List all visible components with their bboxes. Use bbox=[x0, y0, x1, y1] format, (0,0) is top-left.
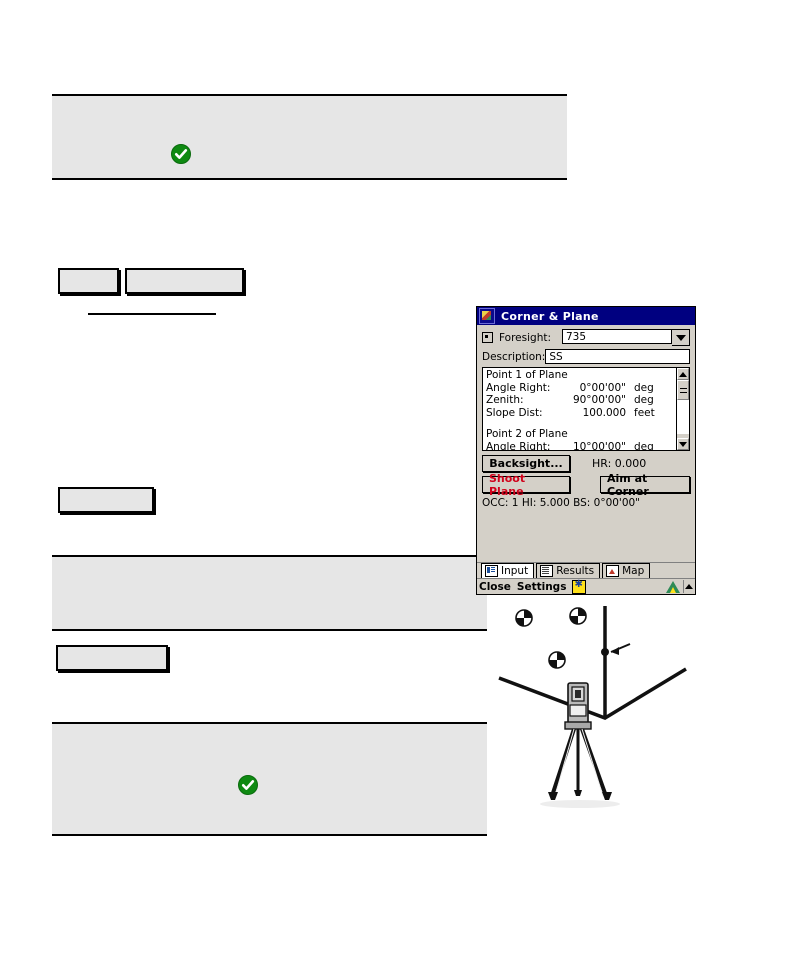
tab-input-label: Input bbox=[501, 565, 529, 577]
window-titlebar: Corner & Plane bbox=[477, 307, 695, 325]
prism-target-3 bbox=[548, 651, 566, 669]
backsight-button[interactable]: Backsight... bbox=[482, 455, 570, 472]
list-item-unit: deg bbox=[634, 440, 654, 451]
list-item: Slope Dist: 100.000 feet bbox=[486, 407, 686, 420]
list-item-key: Slope Dist: bbox=[486, 406, 543, 419]
foresight-combo[interactable]: 735 bbox=[562, 329, 690, 346]
window-statusbar: Close Settings bbox=[477, 578, 695, 594]
shoot-aim-row: Shoot Plane Aim at Corner bbox=[482, 472, 690, 498]
foresight-input[interactable]: 735 bbox=[562, 329, 672, 344]
chip-lower-left[interactable] bbox=[56, 645, 168, 671]
success-check-icon-top bbox=[171, 144, 191, 164]
chip-mid-left[interactable] bbox=[58, 487, 154, 513]
note-band-top bbox=[52, 94, 567, 180]
corner-and-plane-window: Corner & Plane Foresight: 735 Descriptio… bbox=[476, 306, 696, 595]
backsight-row: Backsight... HR: 0.000 bbox=[482, 455, 690, 472]
list-item-value: 10°00'00" bbox=[572, 440, 626, 451]
description-label: Description: bbox=[482, 350, 546, 363]
foresight-row: Foresight: 735 bbox=[482, 329, 690, 346]
list-item: Zenith: 90°00'00" deg bbox=[486, 394, 686, 407]
scrollbar-thumb[interactable] bbox=[677, 380, 689, 400]
app-icon bbox=[479, 308, 495, 324]
success-check-icon-bottom bbox=[238, 775, 258, 795]
list-group-header: Point 2 of Plane bbox=[486, 428, 568, 440]
chevron-down-icon[interactable] bbox=[672, 329, 690, 346]
plane-points-list[interactable]: Point 1 of Plane Angle Right: 0°00'00" d… bbox=[482, 367, 690, 451]
list-item-value: 100.000 bbox=[582, 406, 626, 419]
note-band-middle bbox=[52, 555, 487, 631]
list-item-unit: deg bbox=[634, 394, 654, 406]
map-icon bbox=[606, 565, 620, 577]
radio-square-icon[interactable] bbox=[482, 332, 493, 343]
total-station-on-tripod bbox=[540, 682, 620, 808]
description-input[interactable]: SS bbox=[545, 349, 690, 364]
list-item: Angle Right: 0°00'00" deg bbox=[486, 382, 686, 395]
list-item: Angle Right: 10°00'00" deg bbox=[486, 440, 686, 451]
total-station-plane-diagram bbox=[498, 606, 687, 808]
chip-wide[interactable] bbox=[125, 268, 244, 294]
list-group-header: Point 1 of Plane bbox=[486, 369, 568, 381]
note-band-bottom bbox=[52, 722, 487, 836]
window-title: Corner & Plane bbox=[501, 309, 599, 323]
occupation-status-line: OCC: 1 HI: 5.000 BS: 0°00'00" bbox=[482, 497, 641, 509]
list-scrollbar[interactable] bbox=[676, 368, 689, 450]
list-item-unit: deg bbox=[634, 381, 654, 394]
star-icon[interactable] bbox=[572, 579, 587, 594]
expand-up-arrow-icon[interactable] bbox=[683, 580, 693, 593]
list-item-value: 90°00'00" bbox=[572, 394, 626, 406]
arrow-to-corner-point bbox=[601, 648, 609, 656]
tab-map-label: Map bbox=[622, 565, 645, 577]
scrollbar-track[interactable] bbox=[677, 400, 689, 434]
shoot-plane-button[interactable]: Shoot Plane bbox=[482, 472, 570, 498]
survey-tray-icon[interactable] bbox=[666, 580, 680, 593]
list-item-value: 0°00'00" bbox=[579, 381, 626, 394]
prism-target-2 bbox=[569, 607, 587, 625]
list-item-key: Angle Right: bbox=[486, 440, 551, 451]
window-client-area: Foresight: 735 Description: SS Point 1 o… bbox=[477, 325, 695, 564]
aim-at-corner-button[interactable]: Aim at Corner bbox=[600, 472, 690, 498]
tab-map[interactable]: Map bbox=[602, 563, 651, 578]
foresight-label: Foresight: bbox=[499, 331, 551, 344]
close-menu-item[interactable]: Close bbox=[479, 581, 511, 593]
chip-small-left[interactable] bbox=[58, 268, 119, 294]
document-page: Corner & Plane Foresight: 735 Descriptio… bbox=[0, 0, 786, 954]
scroll-down-arrow-icon[interactable] bbox=[677, 438, 689, 450]
tab-results-label: Results bbox=[556, 565, 595, 577]
tab-results[interactable]: Results bbox=[536, 563, 601, 578]
prism-target-1 bbox=[515, 609, 533, 627]
scroll-up-arrow-icon[interactable] bbox=[677, 368, 689, 380]
input-form-icon bbox=[485, 565, 498, 577]
underline-rule bbox=[88, 313, 216, 315]
plane-points-list-content: Point 1 of Plane Angle Right: 0°00'00" d… bbox=[483, 368, 689, 451]
tab-input[interactable]: Input bbox=[481, 563, 535, 578]
list-item-unit: feet bbox=[634, 406, 655, 419]
list-item-key: Angle Right: bbox=[486, 381, 551, 394]
window-tabs: Input Results Map bbox=[477, 562, 695, 578]
results-list-icon bbox=[540, 565, 554, 577]
list-group-gap bbox=[486, 419, 686, 428]
list-item-key: Zenith: bbox=[486, 394, 524, 406]
hr-readout: HR: 0.000 bbox=[592, 457, 647, 470]
description-row: Description: SS bbox=[482, 349, 690, 364]
settings-menu-item[interactable]: Settings bbox=[517, 581, 567, 593]
